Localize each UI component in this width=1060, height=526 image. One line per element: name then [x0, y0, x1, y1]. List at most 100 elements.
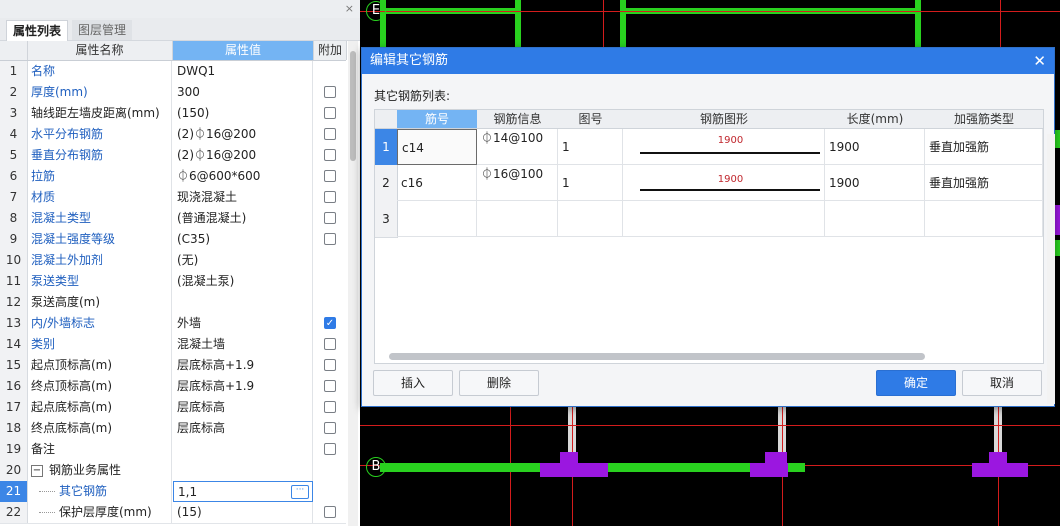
property-row[interactable]: 7 材质 现浇混凝土 [0, 187, 346, 209]
extra-checkbox[interactable] [324, 401, 336, 413]
property-value[interactable]: (2)⏀16@200 [173, 145, 313, 166]
rebar-shape-cell[interactable]: 1900 [623, 129, 825, 165]
property-row[interactable]: 16 终点顶标高(m) 层底标高+1.9 [0, 376, 346, 398]
property-row[interactable]: 14 类别 混凝土墙 [0, 334, 346, 356]
extra-checkbox[interactable] [324, 107, 336, 119]
property-value[interactable]: 1,1 ··· [173, 481, 313, 502]
figure-number-cell[interactable]: 1 [558, 165, 623, 201]
property-value[interactable]: 层底标高 [173, 397, 313, 418]
row-number[interactable]: 1 [375, 129, 398, 166]
column-header[interactable]: 长度(mm) [825, 110, 926, 129]
extra-checkbox[interactable]: ✓ [324, 317, 336, 329]
insert-button[interactable]: 插入 [373, 370, 453, 396]
ellipsis-button[interactable]: ··· [291, 485, 309, 499]
close-icon[interactable]: × [345, 2, 354, 15]
extra-checkbox[interactable] [324, 506, 336, 518]
column-header[interactable]: 钢筋图形 [623, 110, 826, 129]
ok-button[interactable]: 确定 [876, 370, 956, 396]
extra-checkbox[interactable] [324, 359, 336, 371]
bar-number-cell[interactable]: c14 [397, 129, 477, 165]
rebar-info-cell[interactable]: ⏀16@100 [477, 165, 558, 201]
property-value[interactable]: 层底标高 [173, 418, 313, 439]
extra-checkbox[interactable] [324, 191, 336, 203]
property-value[interactable]: (15) [173, 502, 313, 523]
panel-scrollbar[interactable] [348, 41, 358, 526]
tab-layer-management[interactable]: 图层管理 [72, 20, 133, 40]
delete-button[interactable]: 删除 [459, 370, 539, 396]
close-icon[interactable]: ✕ [1033, 48, 1046, 74]
column-header[interactable]: 筋号 [397, 110, 478, 129]
property-value[interactable]: 现浇混凝土 [173, 187, 313, 208]
property-row[interactable]: 1 名称 DWQ1 [0, 61, 346, 83]
extra-checkbox[interactable] [324, 86, 336, 98]
property-row[interactable]: 20− 钢筋业务属性 [0, 460, 346, 482]
extra-checkbox[interactable] [324, 170, 336, 182]
length-cell[interactable]: 1900 [825, 165, 925, 201]
bar-number-cell[interactable] [397, 201, 477, 237]
reinforcement-type-cell[interactable] [925, 201, 1043, 237]
property-value[interactable]: ⏀6@600*600 [173, 166, 313, 187]
row-number[interactable]: 2 [375, 165, 398, 202]
property-row[interactable]: 11 泵送类型 (混凝土泵) [0, 271, 346, 293]
rebar-shape-cell[interactable] [623, 201, 825, 237]
property-row[interactable]: 5 垂直分布钢筋 (2)⏀16@200 [0, 145, 346, 167]
property-value[interactable]: (普通混凝土) [173, 208, 313, 229]
extra-checkbox[interactable] [324, 338, 336, 350]
property-row[interactable]: 17 起点底标高(m) 层底标高 [0, 397, 346, 419]
property-row[interactable]: 19 备注 [0, 439, 346, 461]
property-value[interactable]: (C35) [173, 229, 313, 250]
property-row[interactable]: 18 终点底标高(m) 层底标高 [0, 418, 346, 440]
property-row[interactable]: 21 其它钢筋 1,1 ··· [0, 481, 346, 503]
property-value[interactable]: (150) [173, 103, 313, 124]
property-value[interactable] [173, 439, 313, 460]
property-row[interactable]: 3 轴线距左墙皮距离(mm) (150) [0, 103, 346, 125]
property-value[interactable]: 外墙 [173, 313, 313, 334]
column-header[interactable]: 加强筋类型 [925, 110, 1043, 129]
table-horizontal-scrollbar[interactable] [389, 353, 925, 360]
dialog-side-scrollbar[interactable] [1047, 134, 1055, 404]
extra-checkbox[interactable] [324, 422, 336, 434]
reinforcement-type-cell[interactable]: 垂直加强筋 [925, 165, 1043, 201]
property-row[interactable]: 6 拉筋 ⏀6@600*600 [0, 166, 346, 188]
rebar-shape-cell[interactable]: 1900 [623, 165, 825, 201]
property-value[interactable] [173, 292, 313, 313]
length-cell[interactable] [825, 201, 925, 237]
property-row[interactable]: 22 保护层厚度(mm) (15) [0, 502, 346, 524]
reinforcement-type-cell[interactable]: 垂直加强筋 [925, 129, 1043, 165]
property-row[interactable]: 2 厚度(mm) 300 [0, 82, 346, 104]
extra-checkbox[interactable] [324, 380, 336, 392]
property-value[interactable]: (无) [173, 250, 313, 271]
cancel-button[interactable]: 取消 [962, 370, 1042, 396]
tab-property-list[interactable]: 属性列表 [6, 20, 69, 41]
property-value[interactable]: 层底标高+1.9 [173, 355, 313, 376]
row-number[interactable]: 3 [375, 201, 398, 238]
property-row[interactable]: 9 混凝土强度等级 (C35) [0, 229, 346, 251]
column-header[interactable]: 图号 [558, 110, 624, 129]
property-row[interactable]: 10 混凝土外加剂 (无) [0, 250, 346, 272]
property-value[interactable]: (2)⏀16@200 [173, 124, 313, 145]
length-cell[interactable]: 1900 [825, 129, 925, 165]
property-value[interactable]: (混凝土泵) [173, 271, 313, 292]
extra-checkbox[interactable] [324, 233, 336, 245]
collapse-icon[interactable]: − [31, 464, 43, 477]
property-row[interactable]: 12 泵送高度(m) [0, 292, 346, 314]
bar-number-cell[interactable]: c16 [397, 165, 477, 201]
extra-checkbox[interactable] [324, 149, 336, 161]
property-row[interactable]: 13 内/外墙标志 外墙 ✓ [0, 313, 346, 335]
figure-number-cell[interactable] [558, 201, 623, 237]
extra-checkbox[interactable] [324, 212, 336, 224]
property-value[interactable]: 层底标高+1.9 [173, 376, 313, 397]
property-value[interactable]: 300 [173, 82, 313, 103]
property-value[interactable]: 混凝土墙 [173, 334, 313, 355]
property-value[interactable] [173, 460, 313, 481]
property-row[interactable]: 8 混凝土类型 (普通混凝土) [0, 208, 346, 230]
rebar-info-cell[interactable]: ⏀14@100 [477, 129, 558, 165]
extra-checkbox[interactable] [324, 128, 336, 140]
figure-number-cell[interactable]: 1 [558, 129, 623, 165]
scrollbar-thumb[interactable] [350, 51, 356, 161]
property-row[interactable]: 4 水平分布钢筋 (2)⏀16@200 [0, 124, 346, 146]
rebar-info-cell[interactable] [477, 201, 558, 237]
column-header[interactable]: 钢筋信息 [477, 110, 559, 129]
property-row[interactable]: 15 起点顶标高(m) 层底标高+1.9 [0, 355, 346, 377]
property-value[interactable]: DWQ1 [173, 61, 313, 82]
